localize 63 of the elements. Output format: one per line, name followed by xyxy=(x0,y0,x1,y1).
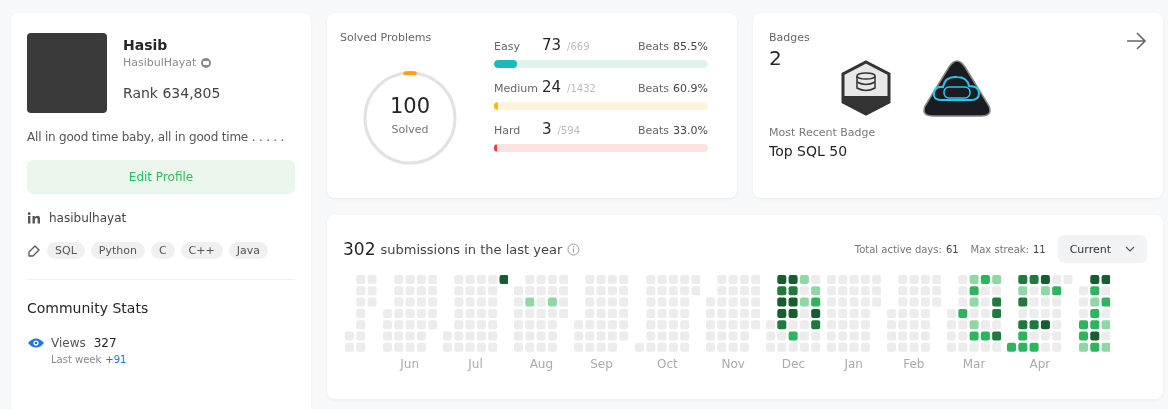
section-title: Community Stats xyxy=(27,300,150,316)
month-label: Jan xyxy=(844,357,863,373)
difficulty-label: Easy xyxy=(494,40,521,53)
month-label: Oct xyxy=(657,357,678,373)
recent-badge-label: Most Recent Badge xyxy=(769,126,877,139)
beats-label: Beats xyxy=(637,82,670,95)
beats-value: 33.0% xyxy=(673,124,708,137)
recent-badge-name: Top SQL 50 xyxy=(769,143,849,159)
month-label: Apr xyxy=(1029,357,1051,373)
eye-icon xyxy=(27,337,45,349)
skill-tag[interactable]: Python xyxy=(90,242,145,259)
submissions-text: submissions in the last year xyxy=(380,241,563,257)
solved-count: 100 xyxy=(388,94,432,118)
streak-label: Max streak: xyxy=(970,243,1029,255)
skill-tag[interactable]: Java xyxy=(228,242,268,259)
stat-value: 327 xyxy=(93,336,117,350)
card-title: Badges xyxy=(769,31,810,44)
stat-label: Views xyxy=(51,336,86,350)
solved-number: 24 xyxy=(542,78,562,96)
period-dropdown[interactable]: Current xyxy=(1057,235,1147,263)
solved-number: 73 xyxy=(542,36,562,54)
beats-value: 85.5% xyxy=(673,40,708,53)
beats-value: 60.9% xyxy=(673,82,708,95)
rank-text: Rank 634,805 xyxy=(123,85,221,101)
month-label: Sep xyxy=(590,357,613,373)
solved-label: Solved xyxy=(390,123,430,136)
month-label: Aug xyxy=(529,357,554,373)
active-days-label: Total active days: xyxy=(854,243,942,255)
month-label: Jun xyxy=(400,357,420,373)
month-label: Feb xyxy=(903,357,925,373)
badge-icon xyxy=(200,56,213,69)
beats-label: Beats xyxy=(637,124,670,137)
stat-change: +91 xyxy=(105,354,127,365)
streak-value: 11 xyxy=(1032,243,1046,255)
month-label: Nov xyxy=(721,357,745,373)
active-days-value: 61 xyxy=(945,243,959,255)
total-number: /669 xyxy=(567,41,591,52)
total-number: /1432 xyxy=(567,83,597,94)
cloud-badge-icon xyxy=(921,58,993,118)
tag-icon xyxy=(27,243,41,258)
solved-number: 3 xyxy=(542,120,552,138)
month-label: Mar xyxy=(962,357,986,373)
submission-count: 302 xyxy=(343,239,376,259)
linkedin-link[interactable]: hasibulhayat xyxy=(49,211,127,225)
user-name: Hasib xyxy=(123,37,169,53)
info-icon xyxy=(567,242,581,256)
arrow-right-icon[interactable] xyxy=(1125,31,1147,51)
linkedin-icon xyxy=(27,212,41,224)
skill-tag[interactable]: C++ xyxy=(180,242,223,259)
beats-label: Beats xyxy=(637,40,670,53)
badge-count: 2 xyxy=(769,46,783,70)
bio-text: All in good time baby, all in good time . . . . . xyxy=(27,130,286,144)
username: HasibulHayat xyxy=(123,56,197,69)
total-number: /594 xyxy=(557,125,581,136)
difficulty-label: Medium xyxy=(494,82,539,95)
skill-tag[interactable]: C xyxy=(150,242,175,259)
chevron-down-icon xyxy=(1125,246,1135,252)
difficulty-label: Hard xyxy=(494,124,522,137)
month-label: Jul xyxy=(468,357,483,373)
hexagon-badge-icon xyxy=(841,60,891,116)
month-label: Dec xyxy=(781,357,806,373)
skill-tag[interactable]: SQL xyxy=(47,242,85,259)
stat-sub-label: Last week xyxy=(51,354,102,365)
